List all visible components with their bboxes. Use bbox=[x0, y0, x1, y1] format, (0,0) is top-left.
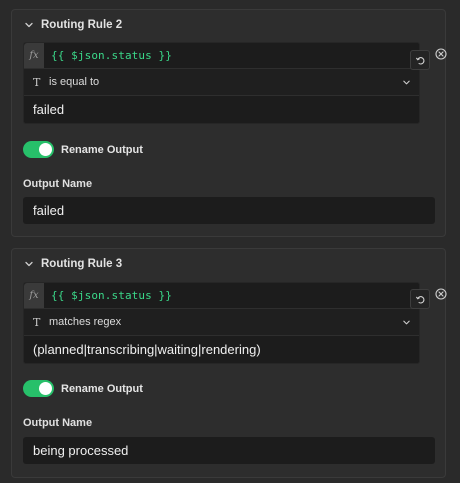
output-name-input[interactable]: being processed bbox=[23, 437, 435, 464]
expression-row[interactable]: fx {{ $json.status }} bbox=[24, 283, 419, 309]
close-circle-icon[interactable] bbox=[435, 48, 447, 60]
expression-row[interactable]: fx {{ $json.status }} bbox=[24, 43, 419, 69]
chevron-down-icon bbox=[403, 80, 410, 84]
toggle-knob bbox=[39, 382, 52, 395]
operator-label: is equal to bbox=[49, 76, 100, 88]
rename-output-toggle[interactable] bbox=[23, 141, 54, 158]
rename-output-row: Rename Output bbox=[23, 380, 143, 397]
operator-select[interactable]: T matches regex bbox=[24, 309, 419, 336]
condition-box: fx {{ $json.status }} T matches regex (p… bbox=[23, 282, 420, 364]
undo-icon bbox=[415, 295, 424, 303]
undo-button[interactable] bbox=[410, 289, 430, 309]
routing-rule-title: Routing Rule 2 bbox=[41, 19, 123, 31]
chevron-down-icon[interactable] bbox=[24, 259, 34, 269]
comparison-value-input[interactable]: (planned|transcribing|waiting|rendering) bbox=[24, 336, 419, 363]
expression-value[interactable]: {{ $json.status }} bbox=[51, 289, 172, 302]
fx-icon: fx bbox=[24, 43, 44, 68]
routing-rule-card: Routing Rule 2 fx {{ $json.status }} T i… bbox=[11, 9, 447, 237]
expression-value[interactable]: {{ $json.status }} bbox=[51, 49, 172, 62]
close-circle-icon[interactable] bbox=[435, 288, 447, 300]
output-name-label: Output Name bbox=[23, 417, 93, 429]
chevron-down-icon bbox=[403, 320, 410, 324]
operator-select[interactable]: T is equal to bbox=[24, 69, 419, 96]
rename-output-toggle[interactable] bbox=[23, 380, 54, 397]
undo-icon bbox=[415, 56, 424, 64]
text-type-icon: T bbox=[33, 75, 41, 89]
rename-output-row: Rename Output bbox=[23, 141, 143, 158]
text-type-icon: T bbox=[33, 315, 41, 329]
comparison-value-input[interactable]: failed bbox=[24, 96, 419, 123]
operator-label: matches regex bbox=[49, 316, 122, 328]
fx-icon: fx bbox=[24, 283, 44, 308]
output-name-label: Output Name bbox=[23, 178, 93, 190]
output-name-input[interactable]: failed bbox=[23, 197, 435, 224]
toggle-knob bbox=[39, 143, 52, 156]
rename-output-label: Rename Output bbox=[61, 143, 143, 156]
condition-box: fx {{ $json.status }} T is equal to fail… bbox=[23, 42, 420, 124]
routing-rule-header[interactable]: Routing Rule 2 bbox=[24, 17, 122, 33]
chevron-down-icon[interactable] bbox=[24, 20, 34, 30]
undo-button[interactable] bbox=[410, 50, 430, 70]
rename-output-label: Rename Output bbox=[61, 382, 143, 395]
routing-rule-header[interactable]: Routing Rule 3 bbox=[24, 256, 122, 272]
routing-rule-title: Routing Rule 3 bbox=[41, 258, 123, 270]
routing-rule-card: Routing Rule 3 fx {{ $json.status }} T m… bbox=[11, 248, 447, 478]
